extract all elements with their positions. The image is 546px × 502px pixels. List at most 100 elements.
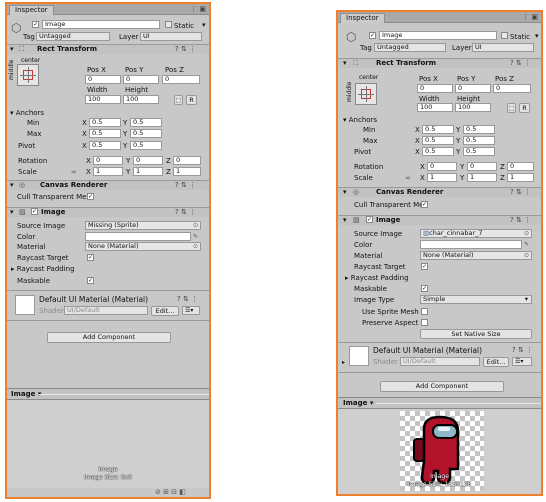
pos-z-field[interactable]: 0 xyxy=(162,75,200,84)
image-enabled-checkbox[interactable]: ✓ xyxy=(31,208,38,215)
scale-z-field[interactable]: 1 xyxy=(173,167,201,176)
rot-z-field[interactable]: 0 xyxy=(173,156,201,165)
shader-dropdown[interactable]: UI/Default xyxy=(64,306,148,315)
active-checkbox[interactable]: ✓ xyxy=(369,32,376,39)
static-checkbox[interactable] xyxy=(165,21,172,28)
max-x-field[interactable]: 0.5 xyxy=(89,129,121,138)
pos-x-field[interactable]: 0 xyxy=(417,84,453,93)
scale-x-field[interactable]: 1 xyxy=(427,173,457,182)
tag-dropdown[interactable]: Untagged xyxy=(36,32,110,41)
eyedropper-icon[interactable]: ✎ xyxy=(524,241,529,248)
foldout-arrow-icon[interactable]: ▾ xyxy=(343,216,347,224)
source-image-field[interactable]: ▧char_cinnabar_7 xyxy=(420,229,532,238)
static-checkbox[interactable] xyxy=(501,32,508,39)
rot-x-field[interactable]: 0 xyxy=(427,162,457,171)
preview-dropdown[interactable]: Image ▾ xyxy=(343,399,373,407)
pivot-y-field[interactable]: 0.5 xyxy=(130,141,162,150)
tab-menu-icon[interactable]: ⋮ ▣ xyxy=(190,5,206,14)
blueprint-mode-button[interactable]: ⬚ xyxy=(174,95,183,105)
source-image-field[interactable]: Missing (Sprite) xyxy=(85,221,201,230)
component-help-icons[interactable]: ? ⇅ ⋮ xyxy=(175,45,196,53)
rot-z-field[interactable]: 0 xyxy=(507,162,534,171)
maskable-checkbox[interactable]: ✓ xyxy=(87,277,94,284)
width-field[interactable]: 100 xyxy=(417,103,453,112)
raw-edit-button[interactable]: R xyxy=(186,95,197,105)
pivot-x-field[interactable]: 0.5 xyxy=(422,147,454,156)
component-help-icons[interactable]: ? ⇅ ⋮ xyxy=(510,188,531,196)
raw-edit-button[interactable]: R xyxy=(519,103,530,113)
max-y-field[interactable]: 0.5 xyxy=(463,136,495,145)
blueprint-mode-button[interactable]: ⬚ xyxy=(507,103,516,113)
anchors-foldout[interactable]: ▾ Anchors xyxy=(343,116,377,124)
inspector-tab[interactable]: Inspector xyxy=(9,5,54,15)
height-field[interactable]: 100 xyxy=(123,95,159,104)
edit-shader-button[interactable]: Edit... xyxy=(151,306,179,316)
pos-x-field[interactable]: 0 xyxy=(85,75,121,84)
component-help-icons[interactable]: ? ⇅ ⋮ xyxy=(510,216,531,224)
edit-shader-button[interactable]: Edit... xyxy=(483,357,509,367)
min-y-field[interactable]: 0.5 xyxy=(463,125,495,134)
color-field[interactable] xyxy=(85,232,191,241)
anchor-presets-button[interactable] xyxy=(17,64,39,86)
max-y-field[interactable]: 0.5 xyxy=(130,129,162,138)
material-options-dropdown[interactable]: ☰▾ xyxy=(182,306,200,315)
cull-checkbox[interactable]: ✓ xyxy=(87,193,94,200)
static-dropdown-icon[interactable]: ▾ xyxy=(535,32,539,40)
object-picker-icon[interactable]: ⊙ xyxy=(193,222,198,229)
component-help-icons[interactable]: ? ⇅ ⋮ xyxy=(510,59,531,67)
raycast-padding-foldout[interactable]: ▸ Raycast Padding xyxy=(11,265,75,273)
max-x-field[interactable]: 0.5 xyxy=(422,136,454,145)
min-x-field[interactable]: 0.5 xyxy=(422,125,454,134)
pos-z-field[interactable]: 0 xyxy=(493,84,531,93)
pivot-x-field[interactable]: 0.5 xyxy=(89,141,121,150)
rot-y-field[interactable]: 0 xyxy=(133,156,163,165)
foldout-arrow-icon[interactable]: ▾ xyxy=(343,188,347,196)
tag-dropdown[interactable]: Untagged xyxy=(374,43,446,52)
object-picker-icon[interactable]: ⊙ xyxy=(524,252,529,259)
scale-y-field[interactable]: 1 xyxy=(467,173,497,182)
layer-dropdown[interactable]: UI xyxy=(472,43,534,52)
preview-drag-bar[interactable] xyxy=(39,394,209,395)
component-help-icons[interactable]: ? ⇅ ⋮ xyxy=(175,208,196,216)
image-enabled-checkbox[interactable]: ✓ xyxy=(366,216,373,223)
scale-z-field[interactable]: 1 xyxy=(507,173,534,182)
status-bar-icons[interactable]: ⊘ ⊞ ⊟ ◧ xyxy=(155,488,186,496)
scale-y-field[interactable]: 1 xyxy=(133,167,163,176)
raycast-padding-foldout[interactable]: ▸ Raycast Padding xyxy=(345,274,409,282)
preserve-aspect-checkbox[interactable] xyxy=(421,319,428,326)
min-y-field[interactable]: 0.5 xyxy=(130,118,162,127)
material-foldout-icon[interactable]: ▸ xyxy=(342,359,345,366)
foldout-arrow-icon[interactable]: ▾ xyxy=(10,45,14,53)
material-field[interactable]: None (Material) xyxy=(420,251,532,260)
pos-y-field[interactable]: 0 xyxy=(123,75,159,84)
gameobject-name-field[interactable]: Image xyxy=(379,31,497,40)
preview-drag-bar[interactable] xyxy=(376,403,541,404)
pivot-y-field[interactable]: 0.5 xyxy=(463,147,495,156)
min-x-field[interactable]: 0.5 xyxy=(89,118,121,127)
constrain-proportions-icon[interactable]: ∞ xyxy=(71,168,77,176)
material-options-dropdown[interactable]: ☰▾ xyxy=(512,357,532,366)
object-picker-icon[interactable]: ⊙ xyxy=(193,243,198,250)
component-help-icons[interactable]: ? ⇅ ⋮ xyxy=(175,181,196,189)
add-component-button[interactable]: Add Component xyxy=(47,332,171,343)
foldout-arrow-icon[interactable]: ▾ xyxy=(343,59,347,67)
scale-x-field[interactable]: 1 xyxy=(93,167,123,176)
material-field[interactable]: None (Material) xyxy=(85,242,201,251)
use-sprite-mesh-checkbox[interactable] xyxy=(421,308,428,315)
foldout-arrow-icon[interactable]: ▾ xyxy=(10,181,14,189)
height-field[interactable]: 100 xyxy=(455,103,491,112)
inspector-tab[interactable]: Inspector xyxy=(340,13,385,23)
cull-checkbox[interactable]: ✓ xyxy=(421,201,428,208)
rot-x-field[interactable]: 0 xyxy=(93,156,123,165)
foldout-arrow-icon[interactable]: ▾ xyxy=(10,208,14,216)
object-picker-icon[interactable]: ⊙ xyxy=(524,230,529,237)
color-field[interactable] xyxy=(420,240,522,249)
image-type-dropdown[interactable]: Simple ▾ xyxy=(420,295,532,304)
maskable-checkbox[interactable]: ✓ xyxy=(421,285,428,292)
material-help-icons[interactable]: ? ⇅ ⋮ xyxy=(512,346,533,354)
width-field[interactable]: 100 xyxy=(85,95,121,104)
static-dropdown-icon[interactable]: ▾ xyxy=(202,21,206,29)
add-component-button[interactable]: Add Component xyxy=(380,381,504,392)
shader-dropdown[interactable]: UI/Default xyxy=(400,357,480,366)
rot-y-field[interactable]: 0 xyxy=(467,162,497,171)
